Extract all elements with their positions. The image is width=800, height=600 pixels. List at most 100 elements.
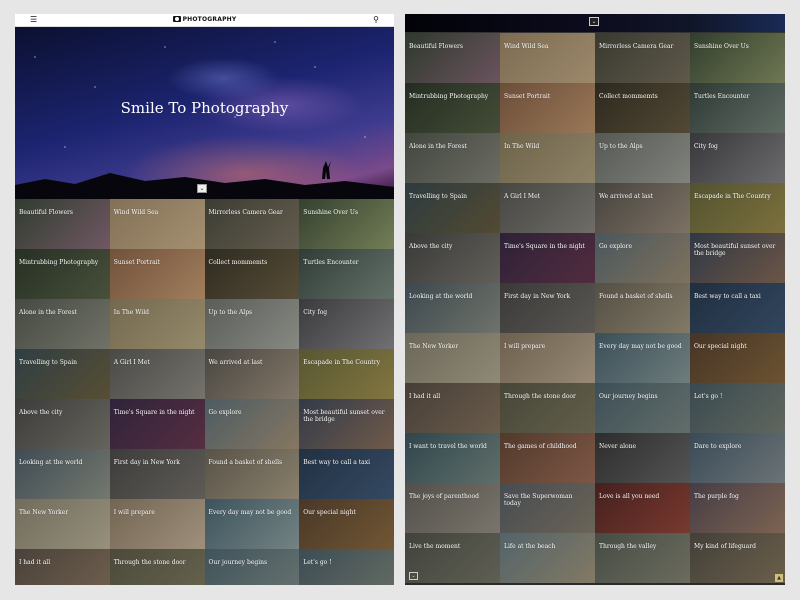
gallery-tile[interactable]: Mintrubbing Photography [15, 249, 110, 299]
chevron-down-icon[interactable]: ⌄ [197, 184, 207, 193]
site-logo[interactable]: PHOTOGRAPHY [15, 16, 394, 23]
gallery-tile[interactable]: Our journey begins [595, 383, 690, 433]
gallery-tile[interactable]: Sunshine Over Us [690, 33, 785, 83]
gallery-tile[interactable]: City fog [690, 133, 785, 183]
gallery-tile[interactable]: Save the Superwoman today [500, 483, 595, 533]
gallery-tile[interactable]: Wind Wild Sea [500, 33, 595, 83]
gallery-tile[interactable]: Love is all you need [595, 483, 690, 533]
gallery-tile[interactable]: Dare to explore [690, 433, 785, 483]
gallery-tile[interactable]: Sunset Portrait [109, 249, 205, 299]
gallery-tile[interactable]: Every day may not be good [595, 333, 690, 383]
gallery-tile[interactable]: Up to the Alps [595, 133, 690, 183]
gallery-tile[interactable]: The New Yorker [15, 499, 110, 549]
gallery-tile[interactable]: Looking at the world [15, 449, 110, 499]
chevron-down-icon[interactable]: ⌄ [589, 17, 599, 26]
gallery-tile[interactable]: Most beautiful sunset over the bridge [299, 399, 394, 449]
tile-caption: We arrived at last [599, 193, 653, 200]
gallery-tile[interactable]: Collect mommemts [595, 83, 690, 133]
gallery-tile[interactable]: Turtles Encounter [299, 249, 394, 299]
gallery-tile[interactable]: Beautiful Flowers [405, 33, 500, 83]
tile-caption: Best way to call a taxi [303, 459, 371, 466]
gallery-tile[interactable]: Go explore [204, 399, 300, 449]
gallery-tile[interactable]: Beautiful Flowers [15, 199, 110, 249]
gallery-tile[interactable]: Best way to call a taxi [690, 283, 785, 333]
tile-caption: Looking at the world [19, 459, 83, 466]
tile-caption: Escapade in The Country [303, 359, 380, 366]
search-icon[interactable]: ⚲ [373, 15, 379, 24]
gallery-tile[interactable]: Let's go ! [299, 549, 394, 585]
scroll-to-top-button[interactable]: ▲ [775, 574, 783, 582]
tile-caption: Found a basket of shells [599, 293, 673, 300]
tile-caption: Dare to explore [694, 443, 742, 450]
tile-caption: In The Wild [113, 309, 149, 316]
gallery-tile[interactable]: Go explore [595, 233, 690, 283]
tile-caption: Alone in the Forest [409, 143, 467, 150]
gallery-tile[interactable]: Found a basket of shells [595, 283, 690, 333]
tile-caption: Most beautiful sunset over the bridge [303, 409, 385, 423]
gallery-tile[interactable]: Travelling to Spain [405, 183, 500, 233]
gallery-tile[interactable]: Live the moment [405, 533, 500, 583]
gallery-tile[interactable]: Travelling to Spain [15, 349, 110, 399]
chevron-down-icon[interactable]: ⌄ [409, 572, 418, 580]
gallery-tile[interactable]: Wind Wild Sea [109, 199, 205, 249]
gallery-tile[interactable]: Most beautiful sunset over the bridge [690, 233, 785, 283]
gallery-tile[interactable]: Life at the beach [500, 533, 595, 583]
gallery-tile[interactable]: Above the city [15, 399, 110, 449]
gallery-tile[interactable]: Escapade in The Country [690, 183, 785, 233]
gallery-tile[interactable]: Looking at the world [405, 283, 500, 333]
gallery-tile[interactable]: Every day may not be good [204, 499, 300, 549]
tile-caption: Through the stone door [113, 559, 186, 566]
gallery-tile[interactable]: A Girl I Met [109, 349, 205, 399]
gallery-tile[interactable]: First day in New York [109, 449, 205, 499]
gallery-tile[interactable]: Through the stone door [500, 383, 595, 433]
gallery-tile[interactable]: I will prepare [500, 333, 595, 383]
gallery-tile[interactable]: Found a basket of shells [204, 449, 300, 499]
gallery-tile[interactable]: In The Wild [500, 133, 595, 183]
gallery-tile[interactable]: Our special night [690, 333, 785, 383]
tile-caption: I will prepare [504, 343, 546, 350]
tile-caption: Through the stone door [504, 393, 576, 400]
gallery-tile[interactable]: Turtles Encounter [690, 83, 785, 133]
gallery-tile[interactable]: My kind of lifeguard [690, 533, 785, 583]
gallery-tile[interactable]: In The Wild [109, 299, 205, 349]
gallery-tile[interactable]: I had it all [405, 383, 500, 433]
gallery-tile[interactable]: Mirrorless Camera Gear [204, 199, 300, 249]
gallery-tile[interactable]: Up to the Alps [204, 299, 300, 349]
page-preview-top: ☰ PHOTOGRAPHY ⚲ Smile To Photography ⌄ B… [15, 14, 394, 585]
gallery-tile[interactable]: Above the city [405, 233, 500, 283]
gallery-tile[interactable]: Sunshine Over Us [299, 199, 394, 249]
gallery-tile[interactable]: Alone in the Forest [15, 299, 110, 349]
gallery-tile[interactable]: We arrived at last [595, 183, 690, 233]
gallery-tile[interactable]: A Girl I Met [500, 183, 595, 233]
gallery-tile[interactable]: I will prepare [109, 499, 205, 549]
gallery-tile[interactable]: I want to travel the world [405, 433, 500, 483]
gallery-tile[interactable]: Through the stone door [109, 549, 205, 585]
gallery-tile[interactable]: Mintrubbing Photography [405, 83, 500, 133]
gallery-tile[interactable]: Our journey begins [204, 549, 300, 585]
tile-caption: Every day may not be good [208, 509, 292, 516]
gallery-tile[interactable]: The games of childhood [500, 433, 595, 483]
gallery-tile[interactable]: Alone in the Forest [405, 133, 500, 183]
gallery-tile[interactable]: The joys of parenthood [405, 483, 500, 533]
gallery-tile[interactable]: We arrived at last [204, 349, 300, 399]
gallery-tile[interactable]: Through the valley [595, 533, 690, 583]
gallery-tile[interactable]: The purple fog [690, 483, 785, 533]
gallery-tile[interactable]: Never alone [595, 433, 690, 483]
tile-caption: Our journey begins [208, 559, 268, 566]
tile-caption: Escapade in The Country [694, 193, 771, 200]
gallery-tile[interactable]: First day in New York [500, 283, 595, 333]
gallery-tile[interactable]: City fog [299, 299, 394, 349]
gallery-tile[interactable]: Let's go ! [690, 383, 785, 433]
tile-caption: Up to the Alps [208, 309, 253, 316]
gallery-tile[interactable]: Time's Square in the night [500, 233, 595, 283]
gallery-tile[interactable]: Our special night [299, 499, 394, 549]
gallery-tile[interactable]: The New Yorker [405, 333, 500, 383]
tile-caption: Travelling to Spain [19, 359, 77, 366]
gallery-tile[interactable]: Escapade in The Country [299, 349, 394, 399]
gallery-tile[interactable]: Sunset Portrait [500, 83, 595, 133]
gallery-tile[interactable]: Mirrorless Camera Gear [595, 33, 690, 83]
gallery-tile[interactable]: Time's Square in the night [109, 399, 205, 449]
gallery-tile[interactable]: Best way to call a taxi [299, 449, 394, 499]
gallery-tile[interactable]: Collect mommemts [204, 249, 300, 299]
gallery-tile[interactable]: I had it all [15, 549, 110, 585]
